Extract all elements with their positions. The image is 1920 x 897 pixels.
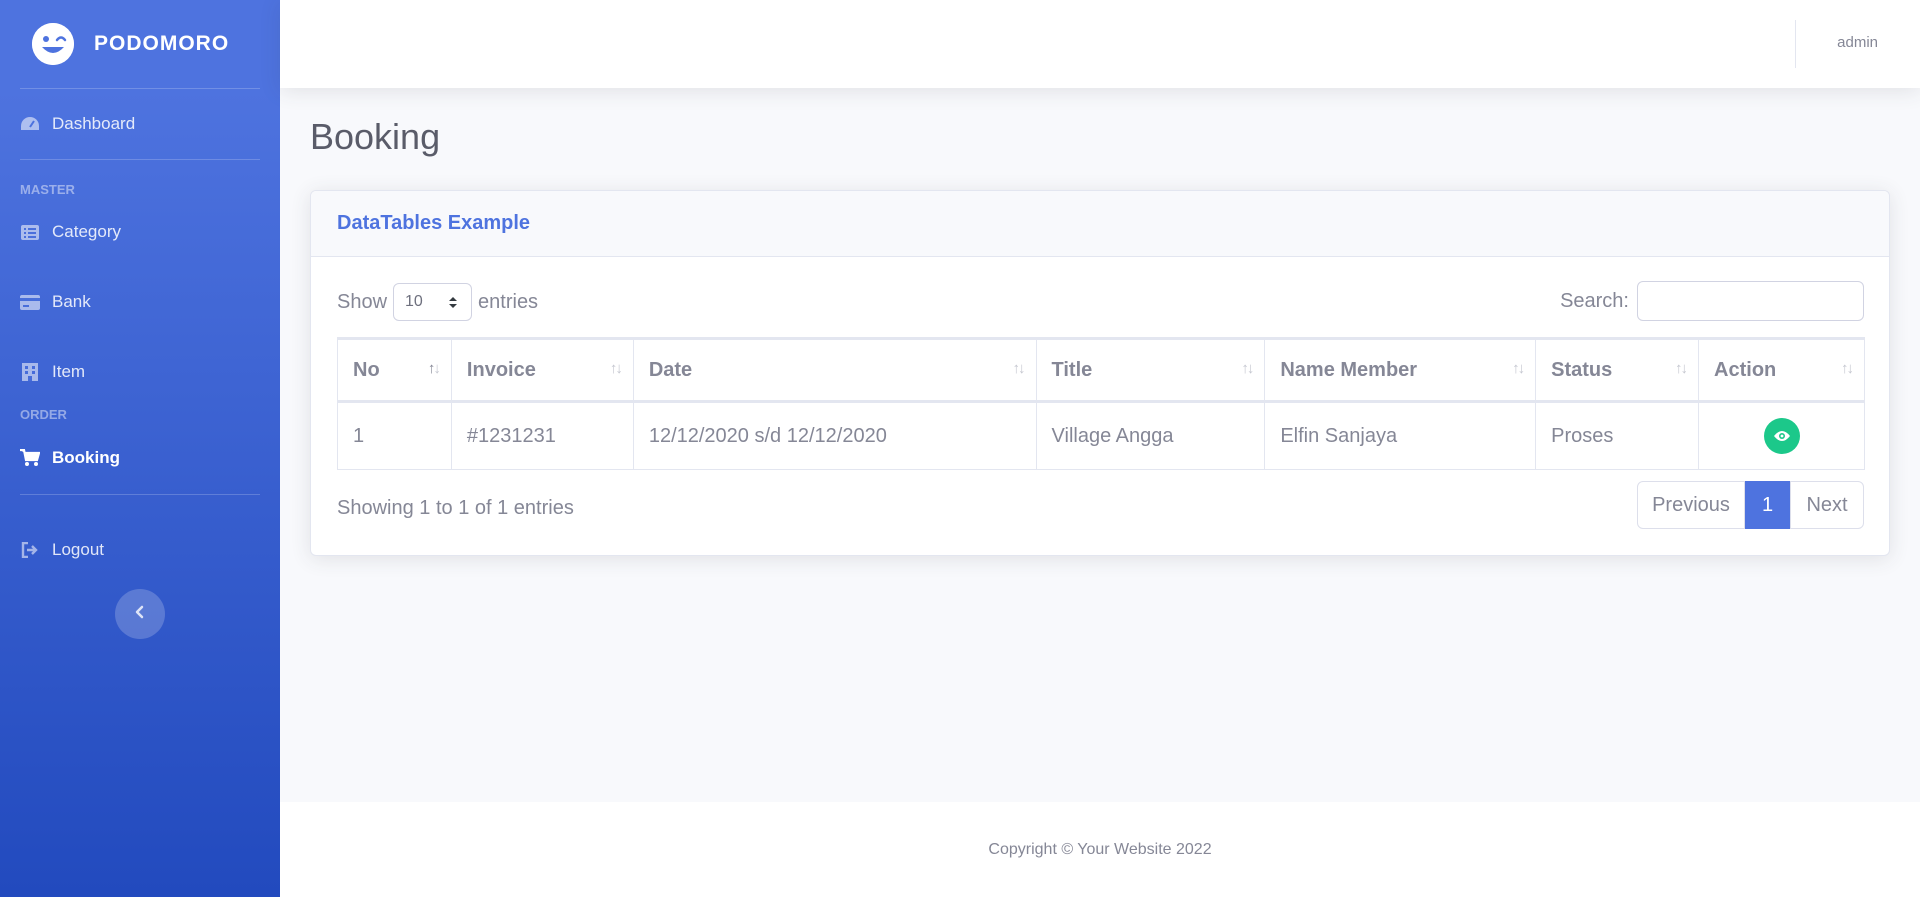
view-button[interactable] (1763, 418, 1800, 454)
table-info: Showing 1 to 1 of 1 entries (337, 497, 574, 519)
sidebar-item-category[interactable]: Category (0, 197, 280, 267)
eye-icon (1773, 425, 1791, 448)
sort-icon: ↑↓ (1512, 360, 1525, 377)
column-header-action[interactable]: Action ↑↓ (1698, 338, 1865, 403)
sidebar: PODOMORO Dashboard MASTER Category Bank … (0, 0, 280, 897)
sidebar-heading-order: ORDER (20, 407, 67, 422)
sidebar-item-label: Category (52, 222, 121, 241)
credit-card-icon (20, 293, 40, 311)
laugh-wink-icon (32, 23, 74, 65)
sidebar-item-item[interactable]: Item (0, 337, 280, 407)
pagination-page-1[interactable]: 1 (1745, 481, 1790, 529)
sidebar-item-label: Logout (52, 540, 104, 559)
building-icon (20, 363, 40, 381)
copyright-text: Copyright © Your Website 2022 (988, 840, 1212, 858)
sidebar-brand[interactable]: PODOMORO (0, 0, 280, 88)
column-header-label: No (353, 358, 380, 381)
sidebar-item-label: Item (52, 362, 86, 381)
pagination-next-button[interactable]: Next (1790, 481, 1864, 529)
datatable-card: DataTables Example Show 10 entries Searc… (310, 190, 1890, 556)
column-header-name-member[interactable]: Name Member ↑↓ (1264, 338, 1537, 403)
column-header-title[interactable]: Title ↑↓ (1035, 338, 1266, 403)
topbar: admin (280, 0, 1920, 88)
cell-name-member: Elfin Sanjaya (1264, 401, 1537, 470)
column-header-status[interactable]: Status ↑↓ (1535, 338, 1700, 403)
cell-action (1698, 401, 1865, 470)
sidebar-toggle-button[interactable] (115, 589, 165, 639)
entries-select-value: 10 (405, 293, 423, 310)
topbar-divider (1795, 20, 1796, 68)
entries-length-control: Show 10 entries (337, 283, 538, 321)
table-search: Search: (1560, 281, 1864, 321)
select-arrows-icon (449, 296, 458, 314)
sidebar-item-logout[interactable]: Logout (0, 515, 280, 585)
tachometer-icon (20, 115, 40, 133)
list-icon (20, 223, 40, 241)
sidebar-item-dashboard[interactable]: Dashboard (0, 89, 280, 159)
table-header-row: No ↑↓ Invoice ↑↓ Date ↑↓ Title ↑↓ Name Membe… (337, 338, 1865, 403)
page-title: Booking (310, 116, 441, 157)
sidebar-divider (20, 494, 260, 495)
cart-icon (20, 449, 40, 467)
card-header: DataTables Example (311, 191, 1889, 257)
chevron-left-icon (134, 605, 146, 624)
sidebar-heading-master: MASTER (20, 182, 75, 197)
brand-name: PODOMORO (94, 32, 230, 55)
column-header-label: Name Member (1280, 358, 1418, 381)
booking-table: No ↑↓ Invoice ↑↓ Date ↑↓ Title ↑↓ Name Membe… (337, 337, 1865, 470)
sort-icon: ↑↓ (427, 360, 441, 377)
sidebar-item-label: Dashboard (52, 114, 136, 133)
pagination-previous-button[interactable]: Previous (1637, 481, 1745, 529)
column-header-no[interactable]: No ↑↓ (337, 338, 452, 403)
column-header-label: Status (1551, 358, 1613, 381)
column-header-invoice[interactable]: Invoice ↑↓ (450, 338, 634, 403)
search-label: Search: (1560, 289, 1629, 312)
sort-icon: ↑↓ (1012, 360, 1026, 377)
sort-icon: ↑↓ (1675, 360, 1688, 377)
sidebar-item-label: Bank (52, 292, 91, 311)
sidebar-item-booking[interactable]: Booking (0, 422, 280, 494)
cell-invoice: #1231231 (450, 401, 634, 470)
column-header-label: Date (648, 358, 693, 381)
sort-icon: ↑↓ (1241, 360, 1254, 377)
sidebar-divider (20, 159, 260, 160)
sidebar-item-label: Booking (52, 448, 120, 467)
show-label: Show (337, 290, 388, 313)
search-input[interactable] (1637, 281, 1864, 321)
cell-status: Proses (1535, 401, 1700, 470)
table-row: 1 #1231231 12/12/2020 s/d 12/12/2020 Vil… (337, 401, 1865, 470)
column-header-label: Title (1051, 358, 1093, 381)
pagination: Previous 1 Next (1637, 481, 1864, 529)
column-header-label: Invoice (466, 358, 536, 381)
cell-no: 1 (337, 401, 452, 470)
logout-icon (20, 541, 40, 559)
sort-icon: ↑↓ (609, 360, 623, 377)
entries-label: entries (478, 290, 539, 313)
card-title: DataTables Example (337, 212, 531, 234)
sidebar-item-bank[interactable]: Bank (0, 267, 280, 337)
cell-title: Village Angga (1035, 401, 1266, 470)
user-menu[interactable]: admin (1837, 34, 1878, 51)
column-header-date[interactable]: Date ↑↓ (632, 338, 1037, 403)
cell-date: 12/12/2020 s/d 12/12/2020 (632, 401, 1037, 470)
footer: Copyright © Your Website 2022 (280, 802, 1920, 897)
sort-icon: ↑↓ (1841, 360, 1854, 377)
column-header-label: Action (1714, 358, 1777, 381)
entries-select[interactable]: 10 (393, 283, 473, 321)
